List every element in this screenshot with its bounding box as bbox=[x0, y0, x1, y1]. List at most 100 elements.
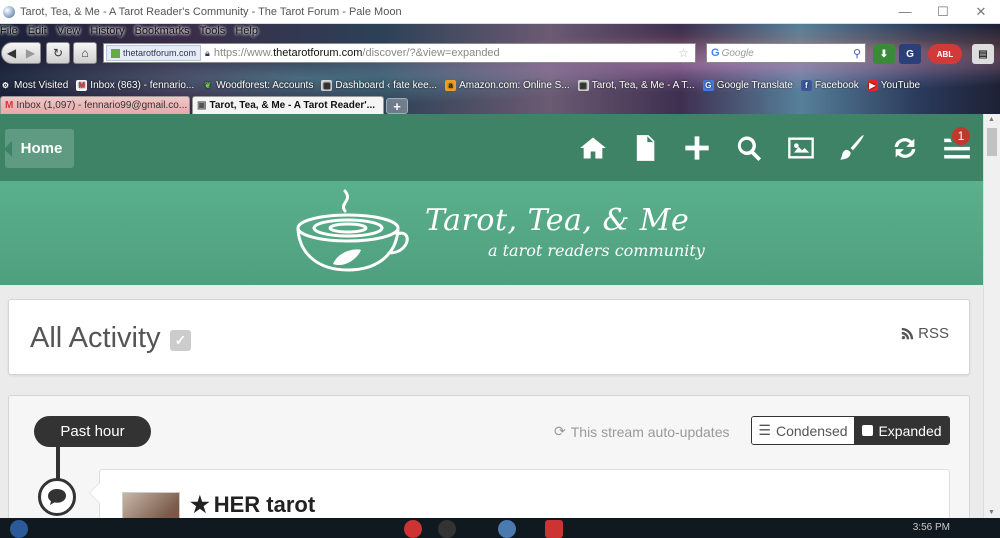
post-title-link[interactable]: ★ HER tarot bbox=[190, 492, 315, 518]
bookmark-label: Woodforest: Accounts bbox=[216, 80, 314, 91]
leaf-icon: ❦ bbox=[204, 81, 212, 90]
taskbar-app-icon[interactable] bbox=[438, 520, 456, 538]
minimize-button[interactable]: — bbox=[886, 0, 924, 24]
taskbar-app-icon[interactable] bbox=[404, 520, 422, 538]
forward-arrow-icon[interactable]: ▶ bbox=[26, 46, 35, 60]
bookmark-item[interactable]: M Inbox (863) - fennario... bbox=[76, 80, 194, 91]
bookmark-label: Facebook bbox=[814, 80, 859, 91]
site-nav-bar: Home 1 bbox=[0, 114, 983, 181]
reload-button[interactable]: ↻ bbox=[46, 42, 70, 64]
home-button[interactable]: ⌂ bbox=[73, 42, 97, 64]
rss-label: RSS bbox=[918, 325, 949, 342]
taskbar-app-icon[interactable] bbox=[498, 520, 516, 538]
bookmark-item[interactable]: ⚙ Most Visited bbox=[0, 80, 68, 91]
scroll-down-icon[interactable]: ▼ bbox=[988, 509, 995, 516]
follow-check-icon[interactable]: ✓ bbox=[170, 330, 191, 351]
refresh-icon[interactable] bbox=[891, 134, 919, 162]
menu-bar: File Edit View History Bookmarks Tools H… bbox=[0, 24, 268, 39]
menu-history[interactable]: History bbox=[90, 24, 129, 39]
search-icon[interactable] bbox=[735, 134, 763, 162]
condensed-view-button[interactable]: ☰ Condensed bbox=[752, 417, 855, 444]
back-arrow-icon[interactable]: ◀ bbox=[7, 46, 16, 60]
auto-update-text: This stream auto-updates bbox=[570, 423, 730, 440]
menu-view[interactable]: View bbox=[57, 24, 86, 39]
image-icon[interactable] bbox=[787, 134, 815, 162]
facebook-icon: f bbox=[800, 80, 812, 91]
bookmark-label: Most Visited bbox=[14, 80, 69, 91]
bookmark-item[interactable]: ▦ Dashboard ‹ fate kee... bbox=[321, 80, 437, 91]
tab-label: Tarot, Tea, & Me - A Tarot Reader'... bbox=[209, 100, 376, 111]
scroll-up-icon[interactable]: ▲ bbox=[988, 116, 995, 123]
adblock-icon[interactable]: ABL bbox=[928, 44, 962, 64]
search-bar[interactable]: G Google ⚲ bbox=[706, 43, 866, 63]
bookmark-item[interactable]: a Amazon.com: Online S... bbox=[445, 80, 570, 91]
site-identity[interactable]: thetarotforum.com bbox=[106, 45, 202, 61]
square-icon bbox=[862, 425, 874, 436]
bookmark-item[interactable]: ❦ Woodforest: Accounts bbox=[202, 80, 313, 91]
menu-edit[interactable]: Edit bbox=[28, 24, 52, 39]
tarot-icon: ▣ bbox=[197, 100, 207, 111]
menu-help[interactable]: Help bbox=[235, 24, 263, 39]
plus-icon[interactable] bbox=[683, 134, 711, 162]
menu-bookmarks[interactable]: Bookmarks bbox=[135, 24, 195, 39]
page-scrollbar[interactable]: ▲ ▼ bbox=[983, 114, 1000, 518]
rss-link[interactable]: RSS bbox=[901, 325, 949, 342]
bookmark-label: Tarot, Tea, & Me - A T... bbox=[591, 80, 695, 91]
favicon-icon bbox=[111, 48, 120, 58]
search-icon[interactable]: ⚲ bbox=[853, 47, 861, 60]
tab-inbox[interactable]: M Inbox (1,097) - fennario99@gmail.co... bbox=[0, 96, 190, 114]
bookmark-item[interactable]: ▶ YouTube bbox=[866, 80, 921, 91]
comment-bubble-icon bbox=[38, 478, 76, 516]
brush-icon[interactable] bbox=[839, 134, 867, 162]
logo-title[interactable]: Tarot, Tea, & Me bbox=[425, 203, 689, 238]
notification-badge[interactable]: 1 bbox=[950, 125, 972, 147]
activity-stream: Past hour ⟳ This stream auto-updates ☰ C… bbox=[8, 395, 970, 518]
youtube-icon: ▶ bbox=[866, 80, 878, 91]
home-icon[interactable] bbox=[579, 134, 607, 162]
dashboard-icon: ▦ bbox=[321, 80, 333, 91]
tab-tarot-forum[interactable]: ▣ Tarot, Tea, & Me - A Tarot Reader'... bbox=[192, 96, 384, 114]
bookmark-star-icon[interactable]: ☆ bbox=[678, 46, 689, 60]
taskbar-clock: 3:56 PM bbox=[912, 522, 950, 533]
url-bar[interactable]: thetarotforum.com 🔒︎ https://www.thetaro… bbox=[103, 43, 696, 63]
translate-addon-icon[interactable]: G bbox=[899, 44, 921, 64]
expanded-view-button[interactable]: Expanded bbox=[855, 417, 949, 444]
star-icon: ★ bbox=[190, 492, 210, 517]
bookmark-label: Amazon.com: Online S... bbox=[459, 80, 570, 91]
close-button[interactable]: ✕ bbox=[962, 0, 1000, 24]
title-bar: Tarot, Tea, & Me - A Tarot Reader's Comm… bbox=[0, 0, 1000, 24]
maximize-button[interactable]: ☐ bbox=[924, 0, 962, 24]
tab-label: Inbox (1,097) - fennario99@gmail.co... bbox=[16, 100, 188, 111]
url-domain: thetarotforum.com bbox=[273, 47, 363, 59]
bookmark-label: Google Translate bbox=[716, 80, 793, 91]
menu-file[interactable]: File bbox=[0, 24, 23, 39]
start-icon[interactable] bbox=[10, 520, 28, 538]
download-icon[interactable]: ⬇ bbox=[873, 44, 895, 64]
taskbar-app-icon[interactable] bbox=[545, 520, 563, 538]
bookmark-label: YouTube bbox=[880, 80, 921, 91]
bookmark-item[interactable]: ▣ Tarot, Tea, & Me - A T... bbox=[577, 80, 695, 91]
auto-update-notice: ⟳ This stream auto-updates bbox=[554, 423, 729, 440]
url-prefix: https://www. bbox=[213, 47, 274, 59]
amazon-icon: a bbox=[445, 80, 457, 91]
list-icon: ☰ bbox=[758, 422, 771, 438]
browser-chrome: File Edit View History Bookmarks Tools H… bbox=[0, 24, 1000, 114]
new-tab-button[interactable]: + bbox=[386, 98, 408, 114]
rss-icon bbox=[901, 327, 914, 340]
house-icon: ⌂ bbox=[81, 46, 89, 60]
document-icon[interactable] bbox=[631, 134, 659, 162]
bookmark-item[interactable]: G Google Translate bbox=[702, 80, 793, 91]
google-icon[interactable]: G bbox=[711, 47, 720, 59]
avatar[interactable] bbox=[122, 492, 180, 518]
url-text[interactable]: https://www.thetarotforum.com/discover/?… bbox=[214, 47, 678, 59]
menu-tools[interactable]: Tools bbox=[200, 24, 231, 39]
bookmark-item[interactable]: f Facebook bbox=[800, 80, 859, 91]
scroll-thumb[interactable] bbox=[987, 128, 997, 156]
all-activity-header: All Activity ✓ RSS bbox=[8, 299, 970, 375]
pale-moon-icon bbox=[3, 5, 15, 18]
back-forward-buttons[interactable]: ◀ ▶ bbox=[1, 42, 41, 64]
app-menu-icon[interactable]: ▤ bbox=[972, 44, 994, 64]
url-path: /discover/?&view=expanded bbox=[362, 47, 500, 59]
home-breadcrumb[interactable]: Home bbox=[4, 129, 74, 168]
plus-icon: + bbox=[393, 98, 401, 114]
